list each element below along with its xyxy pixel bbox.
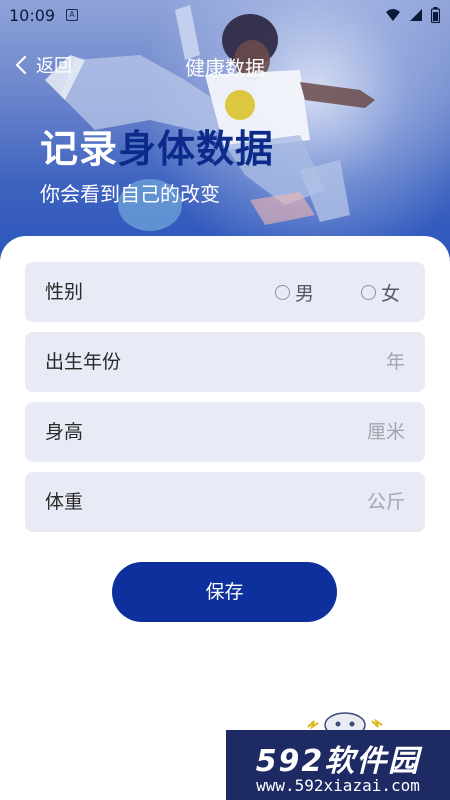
weight-label: 体重	[45, 491, 84, 513]
birth-year-label: 出生年份	[45, 351, 122, 373]
gender-option-female[interactable]: 女	[361, 262, 400, 322]
status-icons	[385, 7, 440, 23]
watermark-url: www.592xiazai.com	[256, 776, 420, 795]
page-title: 健康数据	[185, 56, 265, 80]
gender-option-female-label: 女	[381, 282, 401, 305]
weight-field[interactable]: 体重 公斤	[25, 472, 425, 532]
signal-icon	[410, 9, 422, 21]
headline-part-1: 记录	[40, 127, 119, 171]
radio-circle-icon	[275, 284, 290, 300]
gender-option-male-label: 男	[295, 282, 315, 305]
weight-unit: 公斤	[366, 491, 405, 513]
birth-year-field[interactable]: 出生年份 年	[25, 332, 425, 392]
headline-part-2: 身体数据	[118, 127, 275, 171]
battery-icon	[431, 7, 440, 23]
wifi-icon	[386, 9, 400, 21]
hero-headline: 记录身体数据	[40, 118, 274, 173]
height-label: 身高	[45, 421, 84, 443]
watermark-brand: 592软件园	[255, 744, 421, 779]
gender-label: 性别	[45, 281, 84, 303]
watermark-logo: 592软件园 www.592xiazai.com	[226, 730, 450, 800]
height-unit: 厘米	[366, 421, 405, 443]
radio-circle-icon	[361, 284, 376, 300]
notification-icon: A	[66, 9, 78, 21]
gender-option-male[interactable]: 男	[275, 262, 314, 322]
birth-year-unit: 年	[385, 351, 405, 373]
status-time: 10:09	[9, 6, 56, 25]
save-button[interactable]: 保存	[112, 562, 337, 622]
hero-subtitle: 你会看到自己的改变	[40, 182, 220, 206]
status-bar: 10:09 A	[0, 0, 450, 32]
navigation-bar: 返回 健康数据	[0, 46, 450, 86]
height-field[interactable]: 身高 厘米	[25, 402, 425, 462]
gender-field: 性别 男 女	[25, 262, 425, 322]
